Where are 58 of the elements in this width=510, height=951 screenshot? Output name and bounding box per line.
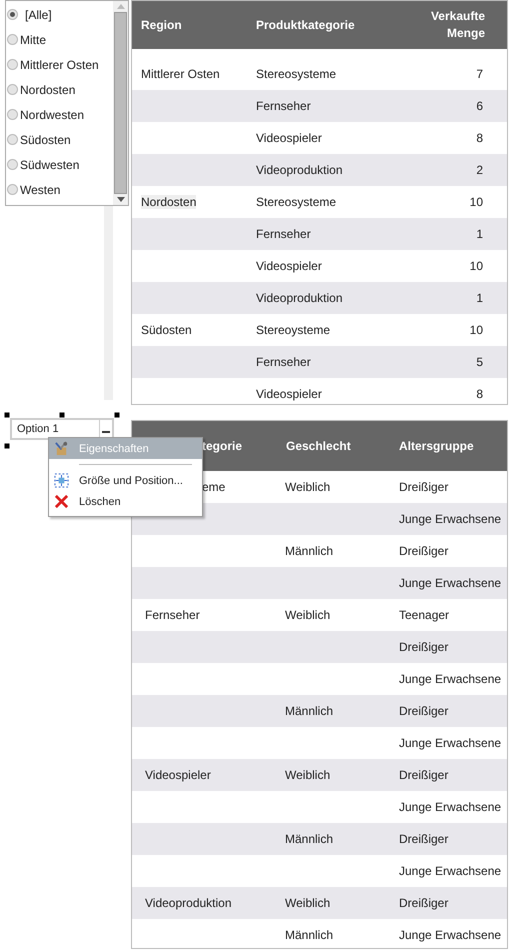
column-header: Produktkategorie xyxy=(256,18,355,32)
table-cell: Dreißiger xyxy=(399,896,448,910)
table-cell: 1 xyxy=(476,291,483,305)
table-cell: 1 xyxy=(476,227,483,241)
table-cell: 2 xyxy=(476,163,483,177)
table-cell: Männlich xyxy=(285,928,334,942)
table-cell: Weiblich xyxy=(285,768,330,782)
table-cell: Videoproduktion xyxy=(256,163,343,177)
column-header: Verkaufte Menge xyxy=(430,8,485,42)
table-cell: Videoproduktion xyxy=(145,896,232,910)
table-cell: Junge Erwachsene xyxy=(399,864,502,878)
table-cell: Männlich xyxy=(285,832,334,846)
table-cell: Weiblich xyxy=(285,608,330,622)
table-cell: Stereosysteme xyxy=(256,66,336,80)
table-cell: Videospieler xyxy=(256,387,322,401)
table-cell: Männlich xyxy=(285,544,334,558)
table-cell: Südosten xyxy=(141,323,192,337)
table-cell: Fernseher xyxy=(256,99,311,113)
table-cell: 7 xyxy=(476,66,483,80)
table-cell: 10 xyxy=(470,195,483,209)
table-cell: 5 xyxy=(476,355,483,369)
table-cell: 8 xyxy=(476,387,483,401)
table-cell: Weiblich xyxy=(285,480,330,494)
column-header: tegorie xyxy=(202,439,242,453)
table-cell: Mittlerer Osten xyxy=(141,66,220,80)
table-cell: 6 xyxy=(476,99,483,113)
table-cell: Fernseher xyxy=(145,608,200,622)
table-cell: Junge Erwachsene xyxy=(399,576,502,590)
table-cell: Stereoysteme xyxy=(256,323,330,337)
table-cell: Videospieler xyxy=(256,131,322,145)
column-header: Geschlecht xyxy=(286,439,351,453)
table-cell: Dreißiger xyxy=(399,544,448,558)
table-cell: Männlich xyxy=(285,704,334,718)
table-cell: Dreißiger xyxy=(399,768,448,782)
column-header: Altersgruppe xyxy=(399,439,474,453)
table-cell: 8 xyxy=(476,131,483,145)
table-cell: 10 xyxy=(470,259,483,273)
table-cell: Dreißiger xyxy=(399,480,448,494)
table-cell: Videoproduktion xyxy=(256,291,343,305)
table-cell: Stereosysteme xyxy=(256,195,336,209)
table-cell: Fernseher xyxy=(256,355,311,369)
table-cell: Weiblich xyxy=(285,896,330,910)
table-cell: 10 xyxy=(470,323,483,337)
table-cell: eme xyxy=(202,480,226,494)
table-cell: Nordosten xyxy=(141,195,196,209)
table-cell: Videospieler xyxy=(145,768,211,782)
table-cell: Dreißiger xyxy=(399,704,448,718)
table-cell: Junge Erwachsene xyxy=(399,928,502,942)
column-header: Region xyxy=(141,18,182,32)
table-cell: Junge Erwachsene xyxy=(399,672,502,686)
table-cell: Teenager xyxy=(399,608,450,622)
table-cell: Junge Erwachsene xyxy=(399,736,502,750)
table-cell: Junge Erwachsene xyxy=(399,800,502,814)
table-cell: Videospieler xyxy=(256,259,322,273)
table-cell: Dreißiger xyxy=(399,640,448,654)
table-cell: Junge Erwachsene xyxy=(399,512,502,526)
table-cell: Fernseher xyxy=(256,227,311,241)
table-cell: Dreißiger xyxy=(399,832,448,846)
